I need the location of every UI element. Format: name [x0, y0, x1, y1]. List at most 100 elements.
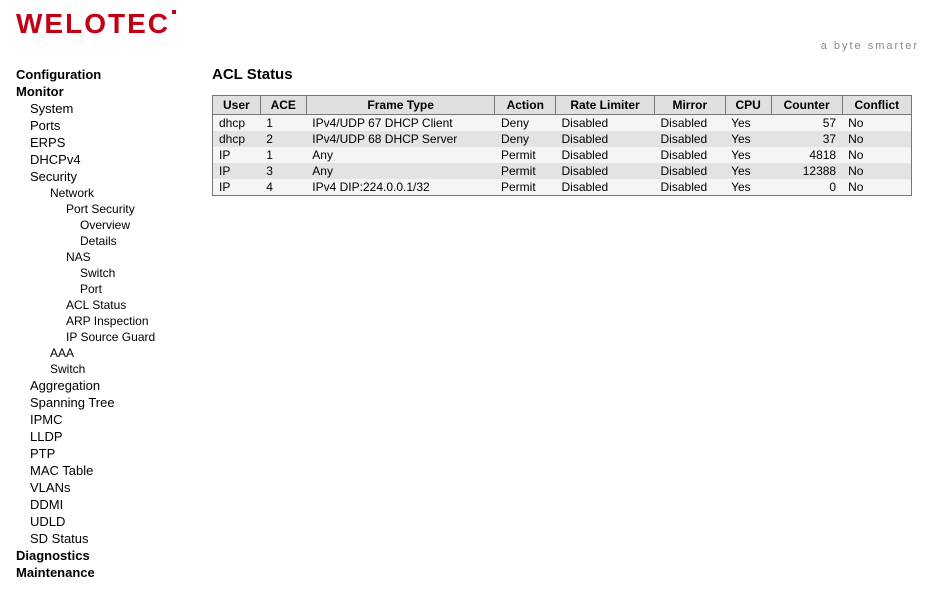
table-cell-conflict: No	[842, 163, 911, 179]
table-cell-mirror: Disabled	[655, 147, 726, 163]
table-cell-rate: Disabled	[556, 147, 655, 163]
table-cell-cpu: Yes	[725, 179, 771, 196]
table-column-header: Counter	[771, 96, 842, 115]
table-column-header: CPU	[725, 96, 771, 115]
table-cell-mirror: Disabled	[655, 115, 726, 132]
table-cell-counter: 37	[771, 131, 842, 147]
nav-item[interactable]: Security	[16, 168, 206, 185]
table-row: dhcp2IPv4/UDP 68 DHCP ServerDenyDisabled…	[213, 131, 912, 147]
table-cell-frame: IPv4 DIP:224.0.0.1/32	[306, 179, 495, 196]
nav-item[interactable]: Network	[16, 185, 206, 201]
table-cell-mirror: Disabled	[655, 179, 726, 196]
page-title: ACL Status	[212, 66, 921, 83]
table-cell-ace: 1	[260, 115, 306, 132]
nav-group[interactable]: Diagnostics	[16, 547, 206, 564]
navigation-sidebar: ConfigurationMonitorSystemPortsERPSDHCPv…	[16, 66, 206, 581]
table-cell-ace: 3	[260, 163, 306, 179]
acl-status-table: UserACEFrame TypeActionRate LimiterMirro…	[212, 95, 912, 196]
table-cell-ace: 1	[260, 147, 306, 163]
table-row: dhcp1IPv4/UDP 67 DHCP ClientDenyDisabled…	[213, 115, 912, 132]
brand-logo-text: WELOTEC	[16, 10, 176, 38]
nav-item[interactable]: Spanning Tree	[16, 394, 206, 411]
table-cell-counter: 4818	[771, 147, 842, 163]
nav-item[interactable]: Overview	[16, 217, 206, 233]
table-cell-action: Deny	[495, 115, 556, 132]
brand-logo: WELOTEC a byte smarter	[16, 10, 921, 52]
nav-item[interactable]: Details	[16, 233, 206, 249]
table-row: IP3AnyPermitDisabledDisabledYes12388No	[213, 163, 912, 179]
table-column-header: Action	[495, 96, 556, 115]
header-bar: WELOTEC a byte smarter	[0, 0, 937, 56]
table-cell-rate: Disabled	[556, 179, 655, 196]
nav-item[interactable]: ERPS	[16, 134, 206, 151]
nav-item[interactable]: System	[16, 100, 206, 117]
table-row: IP1AnyPermitDisabledDisabledYes4818No	[213, 147, 912, 163]
table-cell-user: dhcp	[213, 115, 261, 132]
table-cell-action: Deny	[495, 131, 556, 147]
table-cell-frame: IPv4/UDP 68 DHCP Server	[306, 131, 495, 147]
table-column-header: Conflict	[842, 96, 911, 115]
table-column-header: User	[213, 96, 261, 115]
table-cell-user: IP	[213, 179, 261, 196]
table-cell-rate: Disabled	[556, 131, 655, 147]
table-row: IP4IPv4 DIP:224.0.0.1/32PermitDisabledDi…	[213, 179, 912, 196]
nav-item[interactable]: AAA	[16, 345, 206, 361]
table-header-row: UserACEFrame TypeActionRate LimiterMirro…	[213, 96, 912, 115]
nav-item[interactable]: NAS	[16, 249, 206, 265]
nav-item[interactable]: IPMC	[16, 411, 206, 428]
nav-item[interactable]: Port	[16, 281, 206, 297]
table-cell-cpu: Yes	[725, 163, 771, 179]
nav-group[interactable]: Maintenance	[16, 564, 206, 581]
table-cell-cpu: Yes	[725, 115, 771, 132]
table-column-header: Frame Type	[306, 96, 495, 115]
nav-item[interactable]: PTP	[16, 445, 206, 462]
table-cell-frame: Any	[306, 147, 495, 163]
table-cell-counter: 0	[771, 179, 842, 196]
table-cell-counter: 12388	[771, 163, 842, 179]
brand-tagline: a byte smarter	[821, 40, 921, 52]
table-cell-action: Permit	[495, 179, 556, 196]
table-cell-action: Permit	[495, 163, 556, 179]
content-pane: ACL Status UserACEFrame TypeActionRate L…	[206, 66, 921, 581]
nav-item[interactable]: DHCPv4	[16, 151, 206, 168]
table-cell-conflict: No	[842, 131, 911, 147]
table-cell-conflict: No	[842, 179, 911, 196]
nav-item[interactable]: UDLD	[16, 513, 206, 530]
nav-item[interactable]: VLANs	[16, 479, 206, 496]
table-cell-mirror: Disabled	[655, 131, 726, 147]
table-cell-rate: Disabled	[556, 115, 655, 132]
table-cell-rate: Disabled	[556, 163, 655, 179]
table-cell-action: Permit	[495, 147, 556, 163]
nav-item[interactable]: Aggregation	[16, 377, 206, 394]
nav-item[interactable]: ACL Status	[16, 297, 206, 313]
nav-group[interactable]: Configuration	[16, 66, 206, 83]
table-cell-ace: 2	[260, 131, 306, 147]
nav-item[interactable]: IP Source Guard	[16, 329, 206, 345]
table-cell-frame: IPv4/UDP 67 DHCP Client	[306, 115, 495, 132]
table-cell-frame: Any	[306, 163, 495, 179]
table-column-header: Rate Limiter	[556, 96, 655, 115]
nav-item[interactable]: LLDP	[16, 428, 206, 445]
nav-item[interactable]: ARP Inspection	[16, 313, 206, 329]
table-cell-cpu: Yes	[725, 131, 771, 147]
nav-item[interactable]: SD Status	[16, 530, 206, 547]
table-cell-user: IP	[213, 163, 261, 179]
table-cell-user: dhcp	[213, 131, 261, 147]
nav-item[interactable]: Port Security	[16, 201, 206, 217]
table-cell-conflict: No	[842, 115, 911, 132]
table-cell-counter: 57	[771, 115, 842, 132]
nav-group[interactable]: Monitor	[16, 83, 206, 100]
table-cell-user: IP	[213, 147, 261, 163]
nav-item[interactable]: Ports	[16, 117, 206, 134]
nav-item[interactable]: DDMI	[16, 496, 206, 513]
logo-dot-icon	[172, 10, 176, 14]
nav-item[interactable]: MAC Table	[16, 462, 206, 479]
table-cell-mirror: Disabled	[655, 163, 726, 179]
table-cell-ace: 4	[260, 179, 306, 196]
nav-item[interactable]: Switch	[16, 361, 206, 377]
table-cell-cpu: Yes	[725, 147, 771, 163]
table-column-header: ACE	[260, 96, 306, 115]
nav-item[interactable]: Switch	[16, 265, 206, 281]
table-column-header: Mirror	[655, 96, 726, 115]
table-cell-conflict: No	[842, 147, 911, 163]
